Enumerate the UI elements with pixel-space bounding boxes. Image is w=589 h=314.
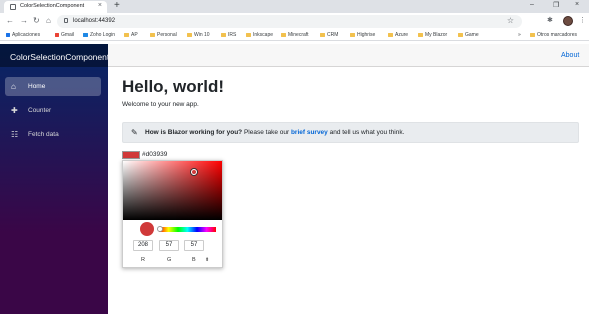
folder-icon <box>221 32 226 37</box>
home-browser-icon[interactable]: ⌂ <box>46 16 51 25</box>
bookmark-my-blazor[interactable]: My Blazor <box>418 32 447 38</box>
bookmark-personal[interactable]: Personal <box>150 32 177 38</box>
gmail-icon <box>55 32 59 37</box>
hex-value: #d03939 <box>142 151 168 158</box>
nav-item-label: Home <box>28 83 46 90</box>
maximize-button[interactable]: ❐ <box>553 1 559 9</box>
back-icon[interactable]: ← <box>6 16 14 25</box>
lock-icon <box>64 18 68 23</box>
app-brand[interactable]: ColorSelectionComponent <box>10 52 109 62</box>
bookmark-azure[interactable]: Azure <box>388 32 408 38</box>
browser-toolbar: ← → ↻ ⌂ localhost:44392 ☆ ✱ ⋮ <box>0 13 589 30</box>
nav-item-fetch-data[interactable]: ☷ Fetch data <box>5 125 101 144</box>
bookmark-crm[interactable]: CRM <box>320 32 338 38</box>
nav-item-counter[interactable]: ✚ Counter <box>5 101 101 120</box>
bookmarks-more-icon[interactable]: » <box>518 32 521 38</box>
bookmark-gmail[interactable]: Gmail <box>55 32 74 38</box>
survey-link[interactable]: brief survey <box>291 129 328 136</box>
top-row <box>108 44 589 67</box>
saturation-value-area[interactable] <box>123 161 222 220</box>
reload-icon[interactable]: ↻ <box>33 16 40 25</box>
forward-icon[interactable]: → <box>20 16 28 25</box>
apps-icon <box>6 32 10 37</box>
about-link[interactable]: About <box>561 52 579 59</box>
bookmark-highrise[interactable]: Highrise <box>350 32 375 38</box>
folder-icon <box>187 32 192 37</box>
list-icon: ☷ <box>11 130 19 139</box>
blue-input[interactable]: 57 <box>184 240 204 251</box>
folder-icon <box>418 32 423 37</box>
bookmark-minecraft[interactable]: Minecraft <box>281 32 309 38</box>
bookmarks-bar: Aplicaciones Gmail Zoho Login AP Persona… <box>0 30 589 41</box>
welcome-text: Welcome to your new app. <box>122 101 199 108</box>
mode-toggle-icon[interactable]: ⬍ <box>205 257 209 263</box>
tab-close-icon[interactable]: × <box>98 2 102 9</box>
survey-prompt: ✎ How is Blazor working for you? Please … <box>122 122 579 143</box>
blue-label: B <box>192 257 196 263</box>
folder-icon <box>150 32 155 37</box>
extensions-icon[interactable]: ✱ <box>547 16 553 24</box>
saturation-handle[interactable] <box>191 169 197 175</box>
tab-title: ColorSelectionComponent <box>20 3 85 9</box>
green-label: G <box>167 257 172 263</box>
survey-message: How is Blazor working for you? Please ta… <box>145 129 404 136</box>
nav-item-label: Counter <box>28 107 52 114</box>
plus-icon: ✚ <box>11 106 18 115</box>
home-icon: ⌂ <box>11 82 16 91</box>
folder-icon <box>124 32 129 37</box>
close-window-button[interactable]: × <box>575 1 579 8</box>
nav-item-label: Fetch data <box>28 131 59 138</box>
minimize-button[interactable]: – <box>530 1 534 8</box>
nav-item-home[interactable]: ⌂ Home <box>5 77 101 96</box>
url-text: localhost:44392 <box>73 18 116 24</box>
color-preview <box>140 222 154 236</box>
folder-icon <box>530 32 535 37</box>
bookmark-zoho-login[interactable]: Zoho Login <box>83 32 115 38</box>
color-picker-popup: 208 57 57 R G B ⬍ <box>122 160 223 268</box>
survey-text-before: Please take our <box>242 129 291 136</box>
hue-slider-handle[interactable] <box>157 226 163 232</box>
folder-icon <box>246 32 251 37</box>
survey-text-after: and tell us what you think. <box>327 129 405 136</box>
survey-question: How is Blazor working for you? <box>145 129 243 136</box>
folder-icon <box>320 32 325 37</box>
browser-menu-icon[interactable]: ⋮ <box>579 16 586 24</box>
bookmark-inkscape[interactable]: Inkscape <box>246 32 273 38</box>
bookmark-win10[interactable]: Win 10 <box>187 32 210 38</box>
red-input[interactable]: 208 <box>133 240 153 251</box>
zoho-icon <box>83 32 88 37</box>
folder-icon <box>458 32 463 37</box>
address-bar[interactable]: localhost:44392 ☆ <box>57 15 522 28</box>
browser-tabstrip: ColorSelectionComponent × + – ❐ × <box>0 0 589 13</box>
hue-slider[interactable] <box>159 227 216 232</box>
profile-avatar[interactable] <box>563 16 573 26</box>
bookmark-irs[interactable]: IRS <box>221 32 236 38</box>
page-favicon-icon <box>10 4 16 10</box>
folder-icon <box>281 32 286 37</box>
pencil-icon: ✎ <box>131 128 138 137</box>
red-label: R <box>141 257 145 263</box>
bookmark-other[interactable]: Otros marcadores <box>530 32 577 38</box>
folder-icon <box>350 32 355 37</box>
bookmark-game[interactable]: Game <box>458 32 479 38</box>
color-swatch-button[interactable] <box>122 151 140 159</box>
browser-tab[interactable]: ColorSelectionComponent × <box>4 1 107 13</box>
new-tab-button[interactable]: + <box>114 0 120 11</box>
bookmark-star-icon[interactable]: ☆ <box>507 16 514 25</box>
folder-icon <box>388 32 393 37</box>
bookmark-ap[interactable]: AP <box>124 32 138 38</box>
page-title: Hello, world! <box>122 77 224 96</box>
bookmark-aplicaciones[interactable]: Aplicaciones <box>6 32 40 38</box>
green-input[interactable]: 57 <box>159 240 179 251</box>
